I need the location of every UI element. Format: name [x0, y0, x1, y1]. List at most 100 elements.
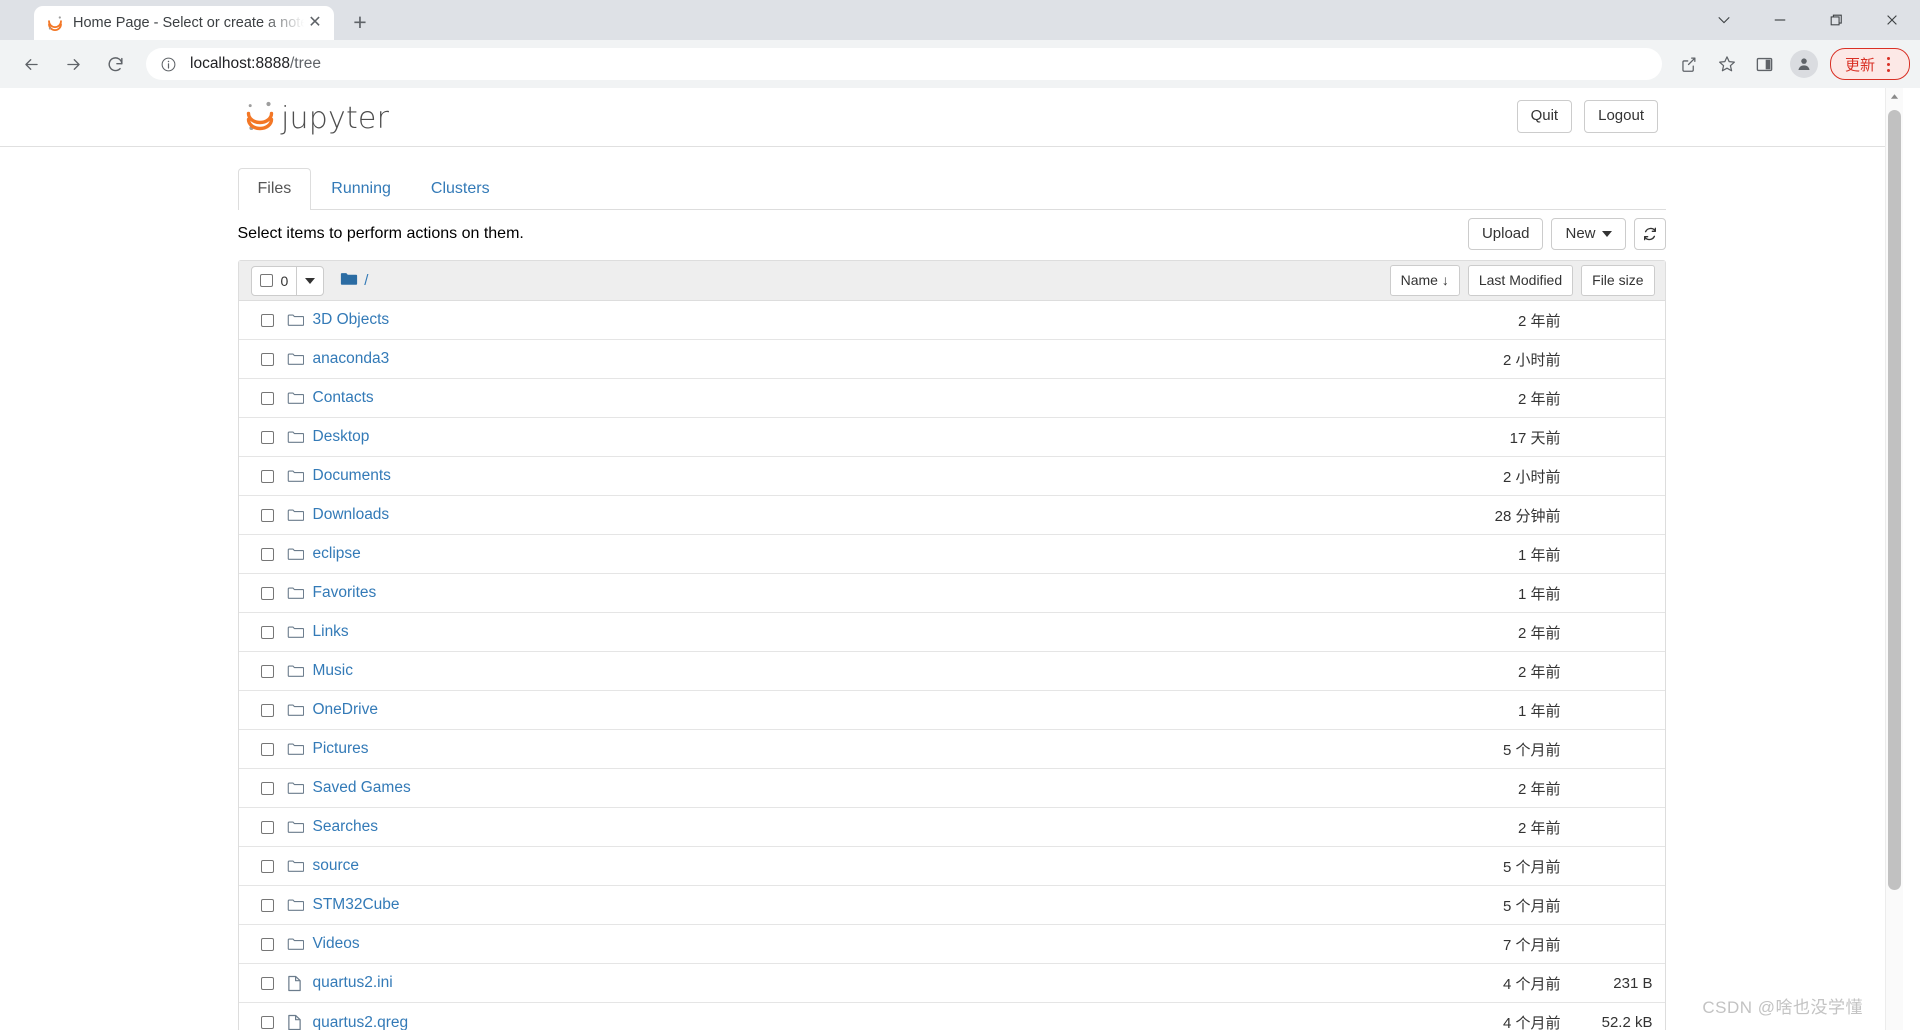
- tab-close-icon[interactable]: ✕: [304, 12, 326, 34]
- profile-avatar-icon[interactable]: [1789, 50, 1818, 78]
- page-scrollbar[interactable]: [1885, 88, 1903, 1030]
- table-row[interactable]: Videos 7 个月前: [238, 925, 1665, 964]
- table-row[interactable]: Links 2 年前: [238, 613, 1665, 652]
- star-icon[interactable]: [1710, 47, 1744, 81]
- row-checkbox[interactable]: [260, 547, 274, 561]
- table-row[interactable]: Saved Games 2 年前: [238, 769, 1665, 808]
- select-dropdown-button[interactable]: [296, 266, 323, 295]
- share-icon[interactable]: [1672, 47, 1706, 81]
- item-name-link[interactable]: OneDrive: [313, 701, 1431, 719]
- sort-by-last-modified-button[interactable]: Last Modified: [1467, 265, 1574, 296]
- row-checkbox[interactable]: [260, 898, 274, 912]
- item-name-link[interactable]: Downloads: [313, 506, 1431, 524]
- row-checkbox[interactable]: [260, 976, 274, 990]
- update-label: 更新: [1844, 56, 1875, 74]
- forward-arrow-icon[interactable]: [55, 46, 91, 82]
- row-checkbox[interactable]: [260, 742, 274, 756]
- row-checkbox[interactable]: [260, 586, 274, 600]
- table-row[interactable]: Desktop 17 天前: [238, 418, 1665, 457]
- item-name-link[interactable]: Videos: [313, 935, 1431, 953]
- select-all-checkbox-segment[interactable]: 0: [252, 267, 297, 295]
- row-checkbox[interactable]: [260, 703, 274, 717]
- item-name-link[interactable]: eclipse: [313, 545, 1431, 563]
- row-checkbox[interactable]: [260, 508, 274, 522]
- back-arrow-icon[interactable]: [13, 46, 49, 82]
- row-checkbox-cell: [251, 703, 287, 717]
- item-name-link[interactable]: quartus2.ini: [313, 974, 1431, 992]
- scroll-up-arrow-icon[interactable]: [1886, 88, 1903, 105]
- upload-button[interactable]: Upload: [1467, 217, 1544, 251]
- breadcrumb[interactable]: /: [340, 271, 368, 290]
- table-row[interactable]: Favorites 1 年前: [238, 574, 1665, 613]
- close-icon[interactable]: [1864, 0, 1920, 40]
- tab-files[interactable]: Files: [237, 168, 312, 210]
- minimize-icon[interactable]: [1752, 0, 1808, 40]
- row-checkbox[interactable]: [260, 664, 274, 678]
- folder-icon: [287, 586, 313, 600]
- breadcrumb-path[interactable]: /: [364, 272, 368, 289]
- table-row[interactable]: Pictures 5 个月前: [238, 730, 1665, 769]
- row-checkbox[interactable]: [260, 859, 274, 873]
- sort-by-file-size-button[interactable]: File size: [1581, 265, 1655, 296]
- tab-running[interactable]: Running: [311, 168, 411, 210]
- item-name-link[interactable]: Searches: [313, 818, 1431, 836]
- row-checkbox[interactable]: [260, 352, 274, 366]
- row-checkbox[interactable]: [260, 313, 274, 327]
- scrollbar-thumb[interactable]: [1888, 110, 1901, 890]
- new-tab-button[interactable]: +: [344, 6, 376, 38]
- table-row[interactable]: anaconda3 2 小时前: [238, 340, 1665, 379]
- item-name-link[interactable]: Pictures: [313, 740, 1431, 758]
- maximize-icon[interactable]: [1808, 0, 1864, 40]
- logout-button[interactable]: Logout: [1584, 100, 1658, 133]
- folder-icon: [287, 352, 313, 366]
- update-button[interactable]: 更新: [1829, 48, 1910, 80]
- chevron-down-icon[interactable]: [1696, 0, 1752, 40]
- row-checkbox[interactable]: [260, 625, 274, 639]
- side-panel-icon[interactable]: [1748, 47, 1782, 81]
- table-row[interactable]: Downloads 28 分钟前: [238, 496, 1665, 535]
- item-name-link[interactable]: quartus2.qreg: [313, 1014, 1431, 1030]
- select-all-checkbox[interactable]: [259, 274, 273, 287]
- table-row[interactable]: OneDrive 1 年前: [238, 691, 1665, 730]
- sort-by-name-button[interactable]: Name ↓: [1389, 265, 1460, 296]
- item-name-link[interactable]: Links: [313, 623, 1431, 641]
- table-row[interactable]: Documents 2 小时前: [238, 457, 1665, 496]
- item-name-link[interactable]: Saved Games: [313, 779, 1431, 797]
- tab-clusters[interactable]: Clusters: [411, 168, 510, 210]
- quit-button[interactable]: Quit: [1516, 100, 1573, 133]
- item-name-link[interactable]: Favorites: [313, 584, 1431, 602]
- table-row[interactable]: Music 2 年前: [238, 652, 1665, 691]
- info-circle-icon[interactable]: [160, 56, 178, 73]
- table-row[interactable]: quartus2.qreg 4 个月前 52.2 kB: [239, 1003, 1665, 1030]
- table-row[interactable]: source 5 个月前: [238, 847, 1665, 886]
- item-name-link[interactable]: STM32Cube: [313, 896, 1431, 914]
- kebab-menu-icon[interactable]: [1877, 56, 1899, 72]
- row-checkbox[interactable]: [260, 469, 274, 483]
- item-name-link[interactable]: Contacts: [313, 389, 1431, 407]
- table-row[interactable]: Contacts 2 年前: [238, 379, 1665, 418]
- item-name-link[interactable]: Documents: [313, 467, 1431, 485]
- table-row[interactable]: Searches 2 年前: [238, 808, 1665, 847]
- table-row[interactable]: 3D Objects 2 年前: [238, 301, 1665, 340]
- row-checkbox[interactable]: [260, 391, 274, 405]
- row-checkbox[interactable]: [260, 781, 274, 795]
- table-row[interactable]: eclipse 1 年前: [238, 535, 1665, 574]
- row-checkbox[interactable]: [260, 937, 274, 951]
- row-checkbox[interactable]: [260, 1016, 274, 1029]
- table-row[interactable]: quartus2.ini 4 个月前 231 B: [238, 964, 1665, 1003]
- table-row[interactable]: STM32Cube 5 个月前: [238, 886, 1665, 925]
- item-name-link[interactable]: source: [313, 857, 1431, 875]
- item-name-link[interactable]: Music: [313, 662, 1431, 680]
- row-checkbox-cell: [251, 547, 287, 561]
- item-name-link[interactable]: 3D Objects: [313, 311, 1431, 329]
- row-checkbox[interactable]: [260, 820, 274, 834]
- address-bar[interactable]: localhost:8888/tree: [146, 48, 1662, 80]
- refresh-button[interactable]: [1633, 218, 1666, 250]
- row-checkbox[interactable]: [260, 430, 274, 444]
- item-name-link[interactable]: Desktop: [313, 428, 1431, 446]
- jupyter-logo[interactable]: jupyter: [243, 97, 389, 140]
- reload-icon[interactable]: [97, 46, 133, 82]
- item-name-link[interactable]: anaconda3: [313, 350, 1431, 368]
- browser-tab[interactable]: Home Page - Select or create a notebook …: [34, 6, 334, 40]
- new-dropdown-button[interactable]: New: [1551, 217, 1626, 251]
